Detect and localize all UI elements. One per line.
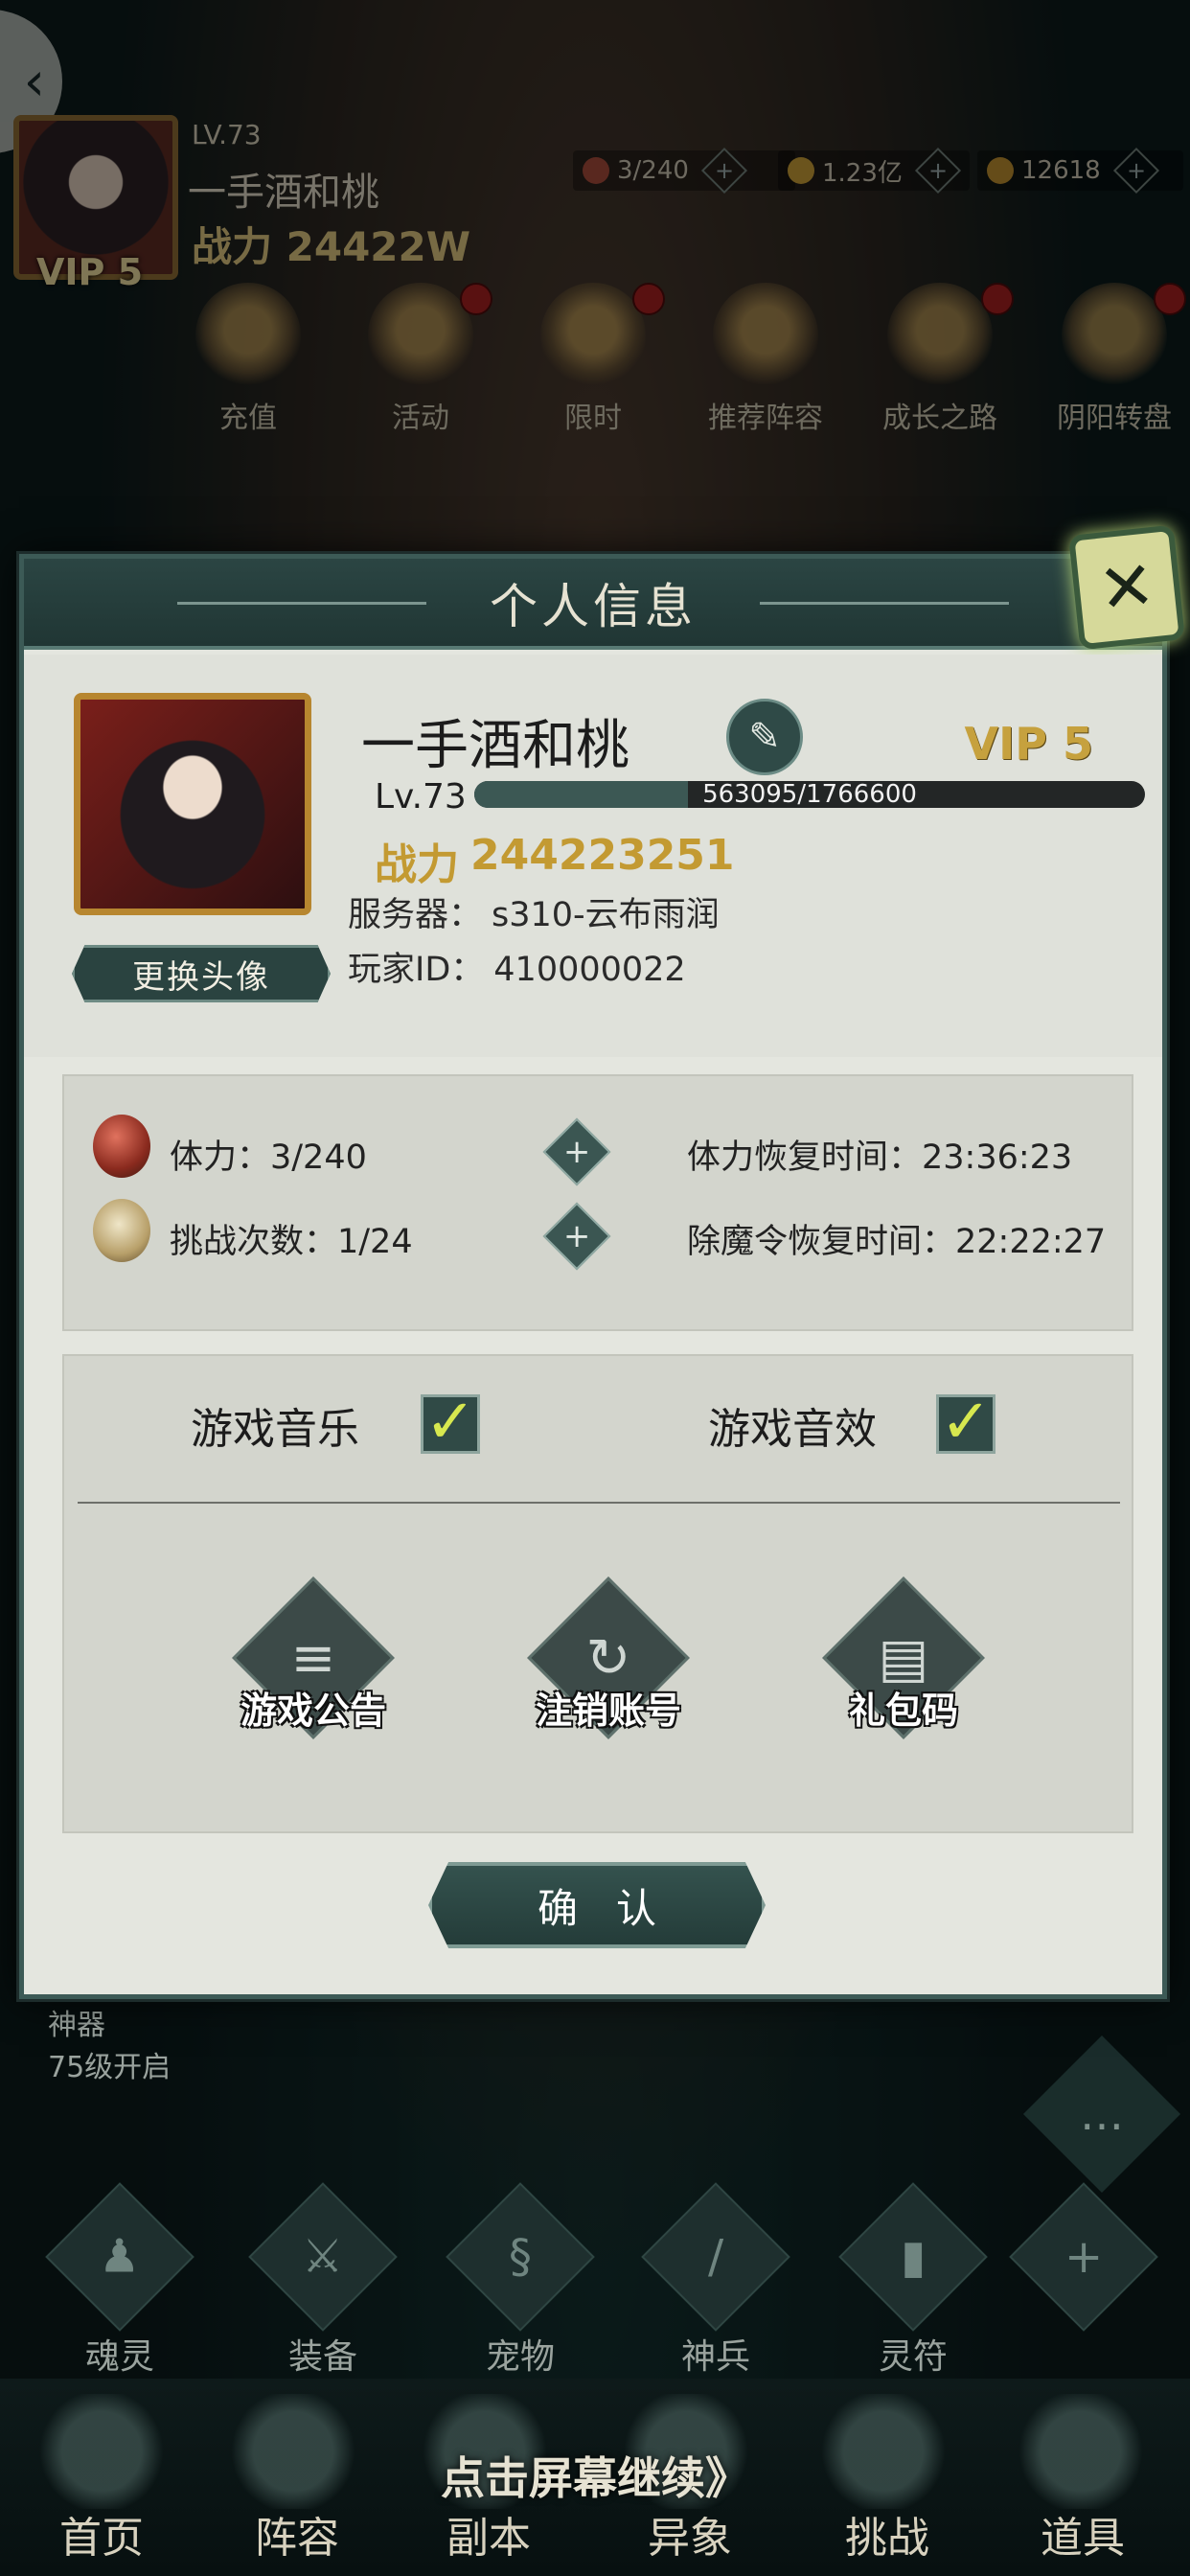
stamina-recover-time: 体力恢复时间：23:36:23 [687,1138,1073,1177]
tab-items[interactable]: 道具 [1006,2503,1159,2564]
music-label: 游戏音乐 [191,1405,359,1454]
sound-label: 游戏音效 [708,1405,877,1454]
delete-account-button[interactable]: ↻ 注销账号 [503,1576,714,1739]
weapon-icon: / [707,2229,724,2284]
chat-icon: … [1080,2088,1124,2140]
logout-icon: ↻ [585,1626,631,1690]
stamina-stat: 体力：3/240 [170,1138,367,1177]
add-challenge-plus-button[interactable]: + [542,1202,611,1271]
vip-badge: VIP 5 [964,718,1093,770]
sub-nav-more[interactable]: + [1009,2182,1158,2332]
dialog-header: 个人信息 [24,559,1162,650]
pet-icon: § [509,2230,532,2284]
tab-challenge[interactable]: 挑战 [811,2503,964,2564]
gift-code-label: 礼包码 [848,1690,958,1732]
gift-code-icon: ▤ [878,1626,929,1690]
announcement-icon: ≡ [290,1626,336,1690]
settings-panel: 游戏音乐 ✓ 游戏音效 ✓ ≡ 游戏公告 ↻ 注销账号 ▤ 礼包码 [62,1354,1133,1833]
stats-panel: 体力：3/240 + 体力恢复时间：23:36:23 挑战次数：1/24 + 除… [62,1074,1133,1331]
confirm-button[interactable]: 确认 [428,1862,766,1948]
plus-icon: + [562,1133,591,1171]
sub-nav-equipment[interactable]: ⚔ 装备 [248,2182,398,2379]
header-ornament [177,602,426,605]
artifact-entry[interactable]: 神器 75级开启 [48,2005,171,2089]
challenge-row: 挑战次数：1/24 + 除魔令恢复时间：22:22:27 [64,1199,1132,1276]
demon-token-recover-time: 除魔令恢复时间：22:22:27 [687,1223,1107,1261]
tab-lineup[interactable]: 阵容 [220,2503,374,2564]
edit-name-button[interactable]: ✎ [726,699,803,775]
player-avatar [74,693,311,915]
profile-section: 更换头像 一手酒和桃 ✎ VIP 5 Lv.73 563095/1766600 … [24,655,1162,1057]
tab-anomaly[interactable]: 异象 [613,2503,767,2564]
settings-divider [78,1502,1120,1504]
gift-code-button[interactable]: ▤ 礼包码 [798,1576,1009,1739]
announcement-label: 游戏公告 [240,1690,386,1732]
sub-nav-pet[interactable]: § 宠物 [446,2182,595,2379]
plus-icon: + [1064,2230,1104,2284]
sub-nav-talisman[interactable]: ▮ 灵符 [838,2182,988,2379]
player-id-label: 玩家ID： [348,951,485,989]
challenge-stat: 挑战次数：1/24 [170,1223,413,1261]
change-avatar-button[interactable]: 更换头像 [72,945,331,1002]
talisman-icon: ▮ [900,2229,927,2284]
close-icon: ✕ [1094,545,1159,630]
stamina-orb-icon [93,1115,150,1178]
sub-nav-divine-weapon[interactable]: / 神兵 [641,2182,790,2379]
dialog-title: 个人信息 [490,578,697,634]
player-id-info: 玩家ID： 410000022 [348,942,686,991]
player-name: 一手酒和桃 [361,715,629,777]
tap-to-continue-hint[interactable]: 点击屏幕继续》 [0,2444,1190,2507]
tab-dungeon[interactable]: 副本 [412,2503,565,2564]
stamina-row: 体力：3/240 + 体力恢复时间：23:36:23 [64,1115,1132,1191]
plus-icon: + [562,1217,591,1255]
tab-home[interactable]: 首页 [25,2503,178,2564]
sub-nav-soul[interactable]: ♟ 魂灵 [45,2182,195,2379]
server-label: 服务器： [348,896,483,934]
header-ornament [760,602,1009,605]
exp-progress-text: 563095/1766600 [702,781,917,808]
pencil-icon: ✎ [748,715,781,759]
server-value: s310-云布雨润 [492,896,720,934]
challenge-token-icon [93,1199,150,1262]
artifact-unlock-text: 75级开启 [48,2051,172,2084]
power-label: 战力 [375,840,459,889]
equipment-icon: ⚔ [302,2230,344,2284]
sound-checkbox[interactable]: ✓ [936,1392,995,1454]
soul-icon: ♟ [99,2230,141,2284]
artifact-title: 神器 [48,2009,105,2042]
music-checkbox[interactable]: ✓ [421,1392,480,1454]
personal-info-dialog: 个人信息 ✕ 更换头像 一手酒和桃 ✎ VIP 5 Lv.73 563095/1… [19,524,1185,1999]
player-id-value: 410000022 [493,951,686,989]
add-stamina-plus-button[interactable]: + [542,1117,611,1186]
server-info: 服务器： s310-云布雨润 [348,887,720,936]
announcement-button[interactable]: ≡ 游戏公告 [208,1576,419,1739]
power-value: 244223251 [470,831,735,880]
close-button[interactable]: ✕ [1068,524,1185,651]
exp-progress-bar: 563095/1766600 [474,781,1145,808]
player-level: Lv.73 [375,777,467,816]
delete-account-label: 注销账号 [535,1690,681,1732]
